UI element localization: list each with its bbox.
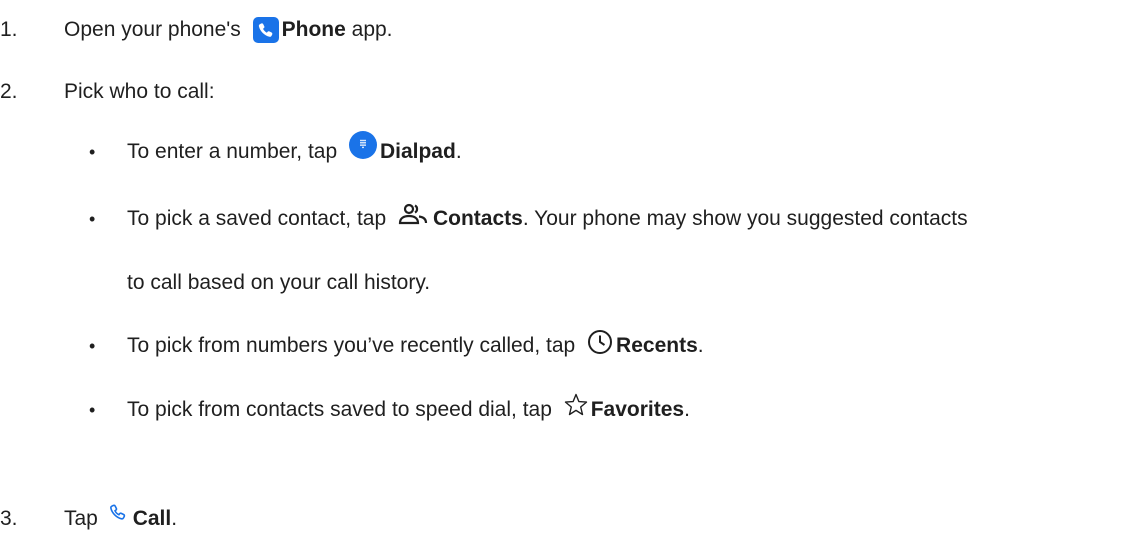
option-text: To enter a number, tap Dialpad . bbox=[127, 131, 462, 166]
step-number: 2. bbox=[0, 80, 18, 103]
step-number: 1. bbox=[0, 18, 18, 41]
bullet: • bbox=[89, 142, 96, 162]
contacts-label: Contacts bbox=[432, 207, 523, 230]
option-text-continuation: to call based on your call history. bbox=[127, 271, 431, 294]
dialpad-label: Dialpad bbox=[379, 140, 456, 163]
step-text: Open your phone's Phone app. bbox=[64, 16, 393, 44]
option-text: To pick a saved contact, tap Contacts . … bbox=[127, 203, 968, 233]
star-icon bbox=[564, 393, 587, 416]
bullet: • bbox=[89, 336, 96, 356]
option-text: To pick from contacts saved to speed dia… bbox=[127, 393, 690, 424]
phone-label: Phone bbox=[281, 18, 346, 41]
phone-app-icon bbox=[252, 17, 279, 43]
dialpad-icon bbox=[348, 131, 377, 159]
contacts-icon bbox=[398, 203, 428, 225]
option-text: To pick from numbers you’ve recently cal… bbox=[127, 330, 704, 360]
step-number: 3. bbox=[0, 507, 18, 530]
recents-label: Recents bbox=[616, 334, 698, 357]
call-label: Call bbox=[132, 507, 172, 530]
step-text: Tap Call . bbox=[64, 504, 177, 533]
favorites-label: Favorites bbox=[590, 398, 685, 421]
call-icon bbox=[109, 504, 125, 520]
bullet: • bbox=[89, 400, 96, 420]
clock-icon bbox=[588, 330, 613, 354]
bullet: • bbox=[89, 209, 96, 229]
step-text: Pick who to call: bbox=[64, 80, 215, 103]
